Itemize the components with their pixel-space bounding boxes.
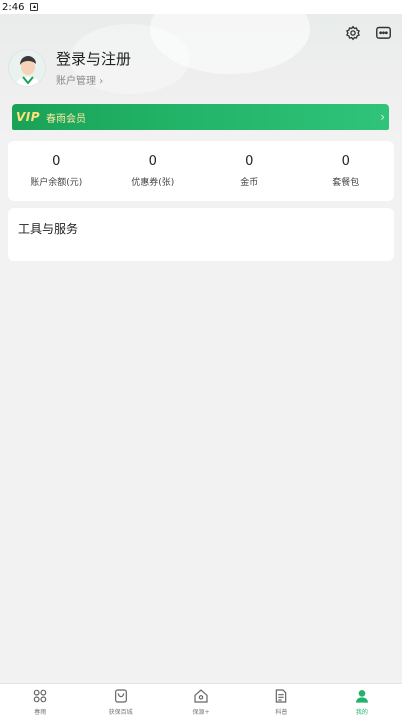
stats-card: 0 账户余额(元) 0 优惠券(张) 0 金币 0 套餐包: [8, 141, 394, 201]
stat-label: 套餐包: [332, 178, 360, 188]
nav-label: 春雨: [34, 709, 47, 716]
account-management-link[interactable]: 账户管理 ›: [56, 72, 131, 87]
stat-label: 账户余额(元): [30, 178, 83, 188]
nav-item-home[interactable]: 春雨: [0, 684, 80, 720]
vip-logo: VIP: [16, 110, 41, 124]
nav-item-mine[interactable]: 我的: [322, 684, 402, 720]
stat-value: 0: [245, 154, 254, 169]
chevron-right-icon: ›: [380, 110, 385, 124]
stat-label: 金币: [240, 178, 259, 188]
avatar[interactable]: [8, 48, 46, 87]
nav-item-health[interactable]: 保源+: [161, 684, 241, 720]
status-bar: 2:46 ▴: [0, 0, 402, 14]
profile-section[interactable]: 登录与注册 账户管理 ›: [8, 48, 131, 87]
message-icon[interactable]: [374, 24, 392, 42]
house-icon: [194, 689, 208, 703]
chevron-right-icon: ›: [99, 76, 104, 87]
shopping-bag-icon: [114, 689, 127, 703]
vip-banner[interactable]: VIP 春雨会员 ›: [12, 104, 389, 130]
top-actions: [344, 24, 392, 42]
settings-icon[interactable]: [344, 24, 362, 42]
account-management-label: 账户管理: [56, 76, 96, 87]
status-time: 2:46: [2, 1, 25, 13]
grid-icon: [33, 689, 47, 703]
tools-services-title: 工具与服务: [18, 222, 79, 236]
nav-label: 我的: [355, 709, 368, 716]
stat-coupons[interactable]: 0 优惠券(张): [105, 141, 202, 201]
notification-icon: ▴: [30, 3, 39, 11]
stat-packages[interactable]: 0 套餐包: [298, 141, 395, 201]
nav-item-science[interactable]: 科普: [241, 684, 321, 720]
nav-label: 获保百城: [108, 709, 133, 716]
nav-label: 科普: [275, 709, 288, 716]
nav-item-mall[interactable]: 获保百城: [80, 684, 160, 720]
stat-value: 0: [52, 154, 61, 169]
vip-label: 春雨会员: [46, 113, 87, 125]
stat-coins[interactable]: 0 金币: [201, 141, 298, 201]
user-icon: [355, 690, 368, 703]
nav-label: 保源+: [192, 709, 210, 716]
bottom-nav: 春雨 获保百城 保源+ 科普 我的: [0, 683, 402, 720]
stat-balance[interactable]: 0 账户余额(元): [8, 141, 105, 201]
document-icon: [276, 689, 287, 703]
stat-label: 优惠券(张): [131, 178, 175, 188]
tools-services-card: 工具与服务: [8, 208, 394, 261]
stat-value: 0: [148, 154, 157, 169]
stat-value: 0: [341, 154, 350, 169]
login-register-title[interactable]: 登录与注册: [56, 48, 131, 69]
